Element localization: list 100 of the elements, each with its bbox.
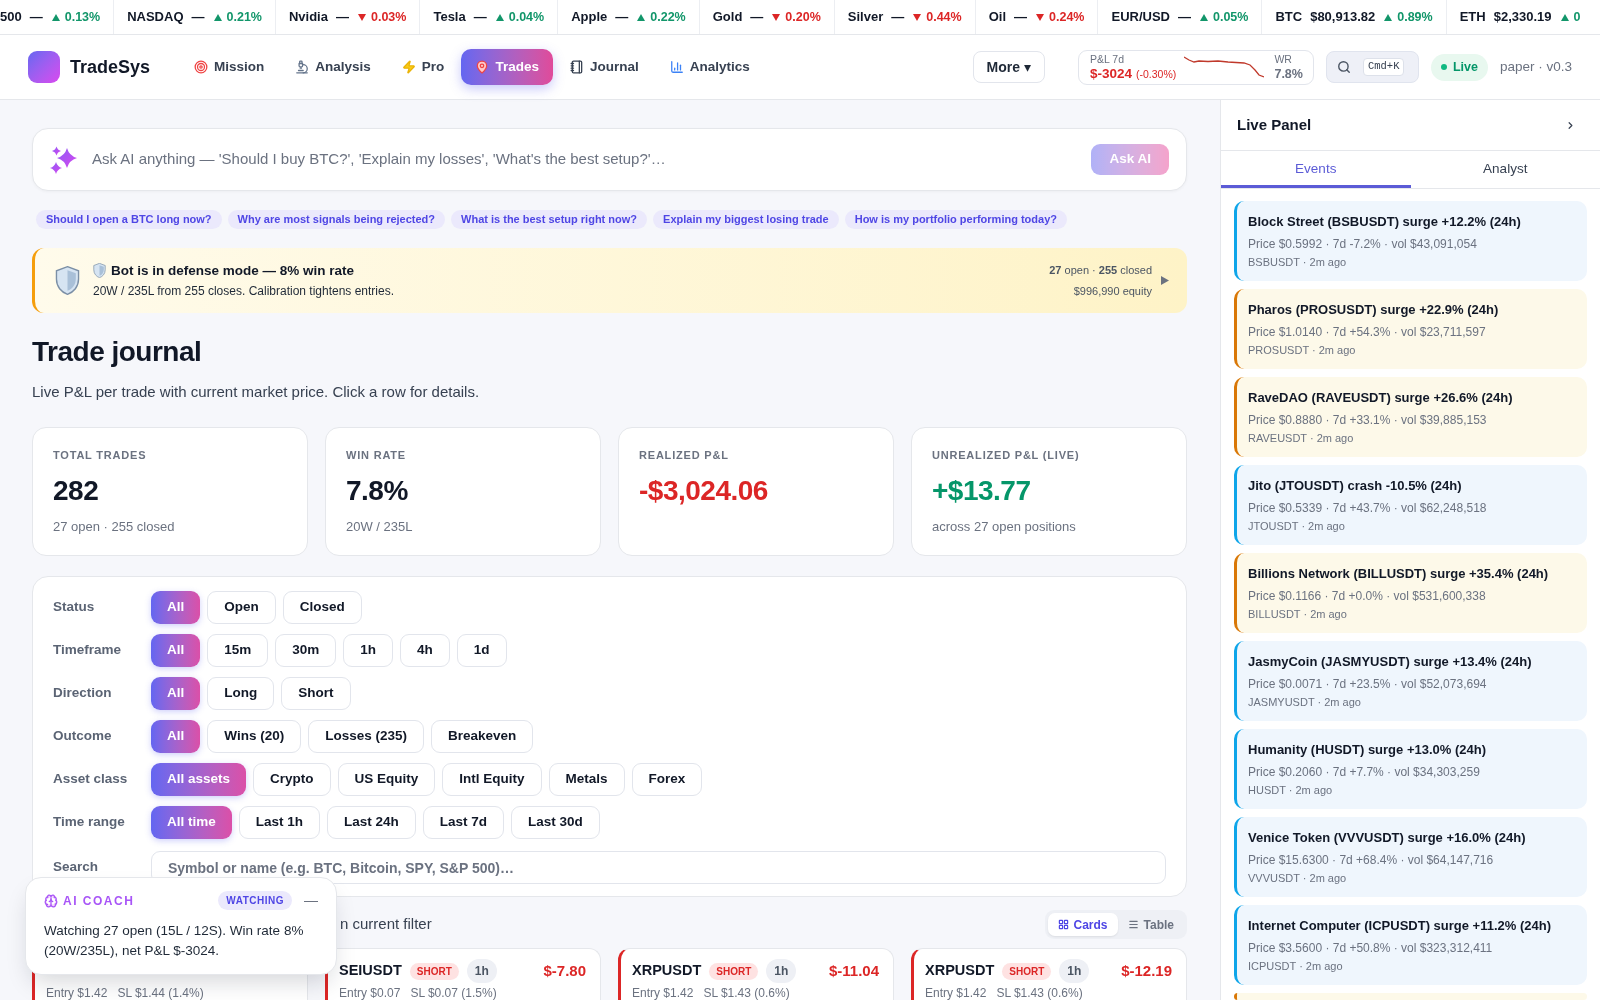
event-detail: Price $0.8880 · 7d +33.1% · vol $39,885,153 (1248, 412, 1488, 428)
version-label: paper · v0.3 (1499, 57, 1572, 76)
event-detail: Price $0.5339 · 7d +43.7% · vol $62,248,518 (1248, 500, 1488, 516)
event-title: Humanity (HUSDT) surge +13.0% (24h) (1248, 741, 1488, 759)
ticker-change: 0.03% (370, 8, 407, 26)
event-title: Block Street (BSBUSDT) surge +12.2% (24h) (1248, 213, 1522, 231)
ticker-symbol: Apple (571, 8, 608, 27)
event-meta: JTOUSDT · 2m ago (1248, 519, 1346, 533)
page-subtitle: Live P&L per trade with current market price. Click a row for details. (32, 382, 481, 402)
event-title: JasmyCoin (JASMYUSDT) surge +13.4% (24h) (1248, 653, 1533, 671)
ticker-symbol: Gold (712, 8, 743, 27)
stat-label: REALIZED P&L (639, 448, 730, 462)
stat-value: 7.8% (346, 475, 409, 507)
filter-label: Timeframe (53, 641, 123, 660)
ticker-symbol: Silver (847, 8, 884, 27)
ticker-change: 0.24% (1049, 8, 1085, 26)
event-title: Internet Computer (ICPUSDT) surge +11.2% (24h) (1248, 917, 1553, 935)
trade-entry: Entry $1.42 (46, 987, 108, 1000)
ticker-price: — (335, 8, 349, 27)
ticker-price: — (29, 8, 43, 27)
trade-pnl: $-7.80 (543, 960, 586, 981)
status-badge: WATCHING (218, 891, 292, 910)
ticker-symbol: Nvidia (288, 8, 328, 27)
event-title: Pharos (PROSUSDT) surge +22.9% (24h) (1248, 301, 1500, 319)
ticker-change: 0.44% (926, 8, 962, 26)
ticker-price: $2,330.19 (1493, 8, 1552, 27)
filter-label: Status (53, 598, 96, 617)
stat-note: 27 open · 255 closed (53, 518, 176, 536)
event-meta: BILLUSDT · 2m ago (1248, 607, 1348, 621)
trade-stop: SL $0.07 (1.5%) (410, 987, 497, 1000)
event-meta: BSBUSDT · 2m ago (1248, 255, 1348, 269)
ticker-price: — (891, 8, 905, 27)
event-detail: Price $0.2060 · 7d +7.7% · vol $34,303,259 (1248, 764, 1481, 780)
stat-value: 282 (53, 475, 100, 507)
event-title: Billions Network (BILLUSDT) surge +35.4% (24h) (1248, 565, 1550, 583)
alert-counts: 27 open · 255 closed (1049, 263, 1152, 278)
trade-entry: Entry $1.42 (632, 987, 694, 1000)
filter-label: Asset class (53, 770, 129, 789)
event-meta: PROSUSDT · 2m ago (1248, 343, 1357, 357)
filter-label: Time range (53, 813, 126, 832)
ticker-symbol: NASDAQ (127, 8, 184, 27)
filter-label: Outcome (53, 727, 113, 746)
pnl-label: P&L 7d (1089, 53, 1125, 64)
timeframe-badge: 1h (1059, 959, 1090, 983)
ticker-change: 0.21% (226, 8, 262, 26)
ticker-symbol: Tesla (433, 8, 466, 27)
ai-coach-message: Watching 27 open (15L / 12S). Win rate 8% (20W/235L), net P&L $-3024. (44, 922, 305, 960)
event-meta: HUSDT · 2m ago (1248, 783, 1334, 797)
ticker-change: 0.04% (508, 8, 545, 26)
alert-title: Bot is in defense mode — 8% win rate (111, 262, 355, 279)
trade-stop: SL $1.44 (1.4%) (117, 987, 204, 1000)
page-title: Trade journal (32, 335, 203, 369)
event-title: Venice Token (VVVUSDT) surge +16.0% (24h) (1248, 829, 1527, 847)
event-detail: Price $0.1166 · 7d +0.0% · vol $531,600,338 (1248, 588, 1487, 604)
ticker-change: 0.13% (64, 8, 101, 26)
ticker-price: — (1178, 8, 1191, 27)
ticker-symbol: BTC (1275, 8, 1303, 27)
pnl-change: (-0.30%) (1136, 69, 1177, 80)
panel-title: Live Panel (1237, 114, 1312, 135)
ticker-symbol: EUR/USD (1111, 8, 1170, 27)
event-meta: RAVEUSDT · 2m ago (1248, 431, 1355, 445)
event-detail: Price $1.0140 · 7d +54.3% · vol $23,711,597 (1248, 324, 1487, 340)
timeframe-badge: 1h (466, 959, 497, 983)
ticker-change: 0.22% (650, 8, 686, 26)
event-meta: JASMYUSDT · 2m ago (1248, 695, 1362, 709)
trade-entry: Entry $1.42 (925, 987, 987, 1000)
alert-message: 20W / 235L from 255 closes. Calibration tightens entries. (93, 284, 395, 299)
trade-pnl: $-12.19 (1121, 960, 1172, 981)
pnl-value: $-3024 (1089, 67, 1132, 81)
wr-label: WR (1274, 54, 1293, 65)
event-detail: Price $15.6300 · 7d +68.4% · vol $64,147,716 (1248, 852, 1495, 868)
ticker-change: 0.20% (785, 8, 821, 26)
filter-label: Direction (53, 684, 113, 703)
ticker-price: — (615, 8, 629, 27)
stat-label: UNREALIZED P&L (LIVE) (932, 448, 1081, 462)
stat-value: -$3,024.06 (639, 475, 769, 507)
event-title: RaveDAO (RAVEUSDT) surge +26.6% (24h) (1248, 389, 1514, 407)
brand-name: TradeSys (70, 55, 151, 79)
filter-label: Search (53, 858, 100, 877)
ticker-symbol: 500 (0, 8, 22, 27)
alert-equity: $996,990 equity (1073, 283, 1152, 299)
wr-value: 7.8% (1274, 67, 1303, 80)
trade-stop: SL $1.43 (0.6%) (703, 987, 790, 1000)
trade-symbol: XRPUSDT (632, 961, 702, 981)
side-badge: SHORT (709, 962, 759, 980)
stat-label: TOTAL TRADES (53, 448, 148, 462)
stat-note: 20W / 235L (346, 518, 414, 536)
event-title: Jito (JTOUSDT) crash -10.5% (24h) (1248, 477, 1463, 495)
trade-pnl: $-11.04 (828, 960, 879, 981)
trade-symbol: SEIUSDT (339, 961, 402, 981)
event-meta: VVVUSDT · 2m ago (1248, 871, 1348, 885)
ticker-symbol: ETH (1459, 8, 1486, 27)
ticker-price: — (750, 8, 764, 27)
ticker-change: 0 (1573, 8, 1581, 26)
side-badge: SHORT (409, 962, 459, 980)
ticker-change: 0.89% (1397, 8, 1433, 26)
trade-entry: Entry $0.07 (339, 987, 401, 1000)
stat-note: across 27 open positions (932, 518, 1077, 536)
results-summary: n current filter (340, 914, 432, 935)
shortcut-key: Cmd+K (1362, 58, 1405, 76)
